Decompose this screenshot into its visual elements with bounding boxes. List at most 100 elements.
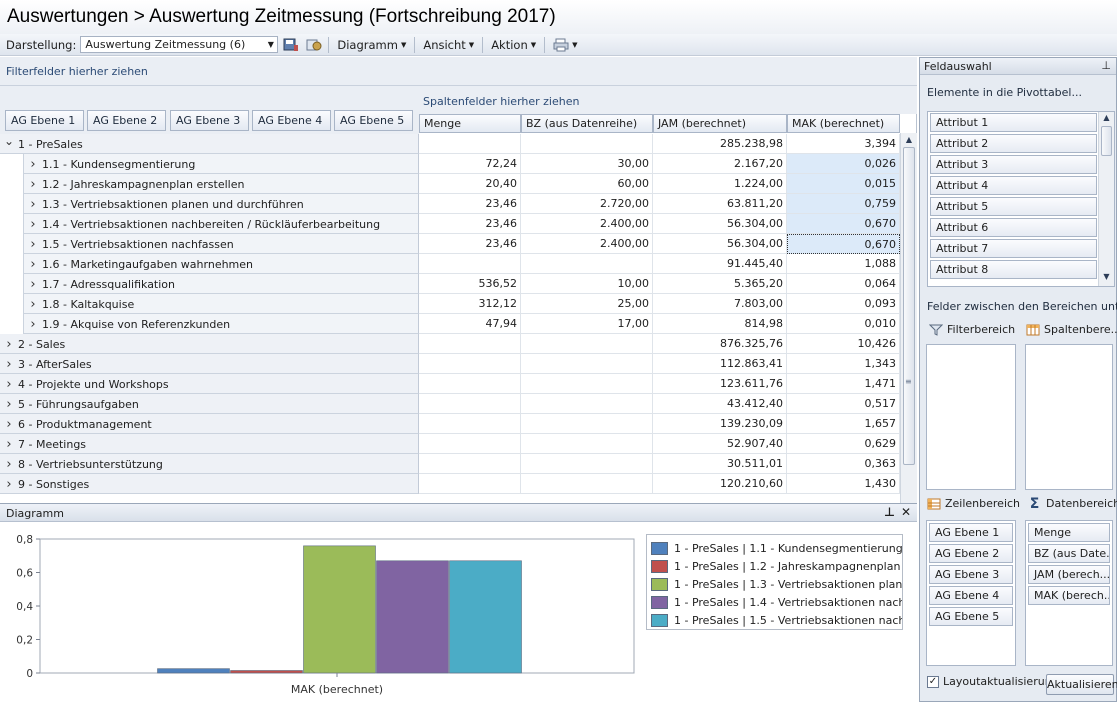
cell-bz[interactable] [521,454,653,474]
row-area-item[interactable]: AG Ebene 3 [929,565,1013,584]
attribute-item[interactable]: Attribut 1 [930,113,1097,132]
cell-mak[interactable]: 0,093 [787,294,900,314]
cell-bz[interactable]: 10,00 [521,274,653,294]
cell-bz[interactable] [521,374,653,394]
cell-bz[interactable] [521,414,653,434]
chevron-right-icon[interactable]: › [24,297,42,312]
data-area-item[interactable]: Menge [1028,523,1110,542]
chevron-right-icon[interactable]: › [24,277,42,292]
row-header[interactable]: › 1.7 - Adressqualifikation [23,274,419,294]
darstellung-select[interactable]: Auswertung Zeitmessung (6) ▼ [80,36,279,53]
cell-mak[interactable]: 0,363 [787,454,900,474]
row-header[interactable]: › 1.3 - Vertriebsaktionen planen und durc… [23,194,419,214]
chevron-right-icon[interactable]: › [24,157,42,172]
cell-menge[interactable] [419,394,521,414]
cell-jam[interactable]: 91.445,40 [653,254,787,274]
column-header-jam[interactable]: JAM (berechnet) [653,114,787,133]
menu-ansicht[interactable]: Ansicht ▼ [419,38,478,52]
chevron-right-icon[interactable]: › [0,357,18,372]
cell-mak[interactable]: 1,088 [787,254,900,274]
column-drop-zone[interactable]: Spaltenfelder hierher ziehen [419,86,917,114]
row-header[interactable]: › 9 - Sonstiges [0,474,419,494]
row-field-ag-ebene-2[interactable]: AG Ebene 2 [87,110,166,131]
cell-mak[interactable]: 1,430 [787,474,900,494]
cell-mak[interactable]: 0,064 [787,274,900,294]
data-area-item[interactable]: BZ (aus Date... [1028,544,1110,563]
cell-mak[interactable]: 0,759 [787,194,900,214]
column-header-mak[interactable]: MAK (berechnet) [787,114,900,133]
row-header[interactable]: ⌄ 1 - PreSales [0,134,419,154]
chevron-right-icon[interactable]: › [0,437,18,452]
row-area-item[interactable]: AG Ebene 5 [929,607,1013,626]
column-header-menge[interactable]: Menge [419,114,521,133]
cell-jam[interactable]: 52.907,40 [653,434,787,454]
cell-mak[interactable]: 1,471 [787,374,900,394]
row-header[interactable]: › 1.6 - Marketingaufgaben wahrnehmen [23,254,419,274]
chevron-right-icon[interactable]: › [0,457,18,472]
cell-menge[interactable]: 312,12 [419,294,521,314]
cell-mak[interactable]: 0,517 [787,394,900,414]
cell-jam[interactable]: 112.863,41 [653,354,787,374]
cell-mak[interactable]: 0,670 [787,214,900,234]
layout-update-option[interactable]: ✓ Layoutaktualisierur [927,675,1049,688]
column-area-box[interactable] [1025,344,1113,490]
cell-jam[interactable]: 876.325,76 [653,334,787,354]
row-header[interactable]: › 1.2 - Jahreskampagnenplan erstellen [23,174,419,194]
cell-jam[interactable]: 5.365,20 [653,274,787,294]
attribute-scrollbar[interactable]: ▲ ▼ [1098,112,1114,286]
data-area-item[interactable]: MAK (berech... [1028,586,1110,605]
row-header[interactable]: › 5 - Führungsaufgaben [0,394,419,414]
cell-jam[interactable]: 43.412,40 [653,394,787,414]
chevron-right-icon[interactable]: › [24,237,42,252]
cell-mak[interactable]: 1,657 [787,414,900,434]
close-icon[interactable]: ✕ [901,505,911,519]
chevron-right-icon[interactable]: › [0,337,18,352]
row-area-item[interactable]: AG Ebene 2 [929,544,1013,563]
cell-menge[interactable]: 47,94 [419,314,521,334]
row-header[interactable]: › 8 - Vertriebsunterstützung [0,454,419,474]
pin-icon[interactable]: ⊥ [884,505,895,519]
cell-jam[interactable]: 285.238,98 [653,134,787,154]
cell-mak[interactable]: 0,026 [787,154,900,174]
cell-mak[interactable]: 0,015 [787,174,900,194]
attribute-item[interactable]: Attribut 7 [930,239,1097,258]
cell-mak[interactable]: 10,426 [787,334,900,354]
row-header[interactable]: › 6 - Produktmanagement [0,414,419,434]
menu-aktion[interactable]: Aktion ▼ [487,38,540,52]
cell-jam[interactable]: 63.811,20 [653,194,787,214]
cell-menge[interactable] [419,454,521,474]
cell-menge[interactable]: 536,52 [419,274,521,294]
row-header[interactable]: › 7 - Meetings [0,434,419,454]
cell-bz[interactable]: 30,00 [521,154,653,174]
cell-bz[interactable]: 2.720,00 [521,194,653,214]
cell-jam[interactable]: 30.511,01 [653,454,787,474]
data-area-item[interactable]: JAM (berech... [1028,565,1110,584]
menu-diagramm[interactable]: Diagramm ▼ [333,38,410,52]
update-button[interactable]: Aktualisieren [1046,674,1117,695]
attribute-item[interactable]: Attribut 6 [930,218,1097,237]
cell-menge[interactable] [419,134,521,154]
column-header-bz[interactable]: BZ (aus Datenreihe) [521,114,653,133]
cell-bz[interactable]: 25,00 [521,294,653,314]
row-header[interactable]: › 4 - Projekte und Workshops [0,374,419,394]
pin-icon[interactable]: ⊥ [1101,59,1111,72]
attribute-item[interactable]: Attribut 4 [930,176,1097,195]
cell-jam[interactable]: 814,98 [653,314,787,334]
row-field-ag-ebene-1[interactable]: AG Ebene 1 [5,110,84,131]
row-header[interactable]: › 1.9 - Akquise von Referenzkunden [23,314,419,334]
cell-menge[interactable]: 20,40 [419,174,521,194]
cell-menge[interactable]: 72,24 [419,154,521,174]
cell-bz[interactable] [521,354,653,374]
cell-mak[interactable]: 1,343 [787,354,900,374]
cell-menge[interactable] [419,374,521,394]
chevron-right-icon[interactable]: › [24,197,42,212]
cell-menge[interactable] [419,474,521,494]
chevron-right-icon[interactable]: › [0,477,18,492]
chevron-down-icon[interactable]: ⌄ [0,134,18,148]
chevron-right-icon[interactable]: › [0,397,18,412]
grid-scrollbar[interactable]: ▲ ≡ ▼ [900,133,917,557]
cell-jam[interactable]: 120.210,60 [653,474,787,494]
cell-jam[interactable]: 56.304,00 [653,214,787,234]
cell-jam[interactable]: 139.230,09 [653,414,787,434]
cell-menge[interactable] [419,334,521,354]
